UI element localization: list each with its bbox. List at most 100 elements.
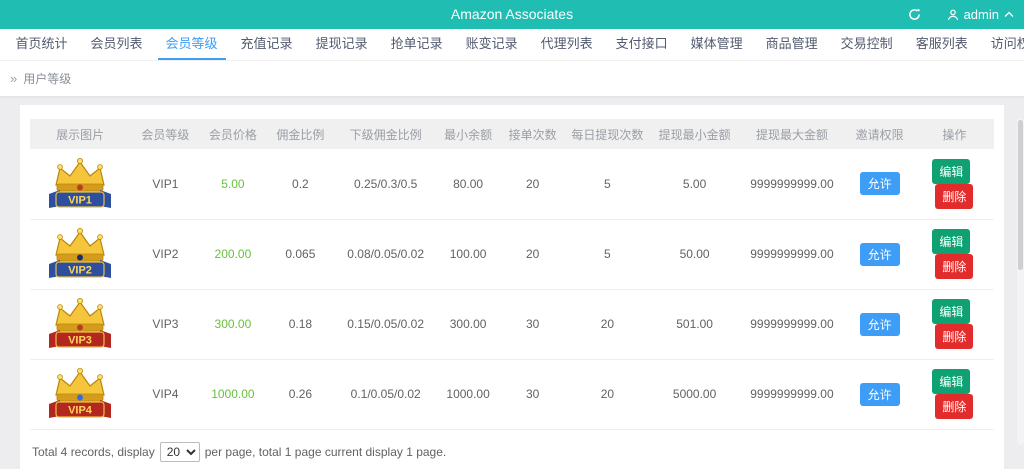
cell-daily-withdrawals: 5 xyxy=(565,149,650,219)
app-header: Amazon Associates admin xyxy=(0,0,1024,29)
vip-badge: VIP2 xyxy=(30,219,130,289)
cell-min-withdrawal: 5000.00 xyxy=(650,359,740,429)
cell-commission: 0.26 xyxy=(265,359,335,429)
svg-text:VIP2: VIP2 xyxy=(68,265,92,277)
nav-item-agent-list[interactable]: 代理列表 xyxy=(533,29,601,60)
cell-sub-commission: 0.25/0.3/0.5 xyxy=(336,149,436,219)
cell-price: 200.00 xyxy=(201,219,266,289)
col-header-actions: 操作 xyxy=(915,119,994,149)
cell-min-balance: 300.00 xyxy=(436,289,501,359)
col-header-grab-count: 接单次数 xyxy=(500,119,565,149)
nav-item-withdrawal-records[interactable]: 提现记录 xyxy=(308,29,376,60)
invite-permission-badge[interactable]: 允许 xyxy=(860,172,900,195)
nav-item-access-rights[interactable]: 访问权限 xyxy=(983,29,1024,60)
invite-permission-badge[interactable]: 允许 xyxy=(860,243,900,266)
table-header-row: 展示图片 会员等级 会员价格 佣金比例 下级佣金比例 最小余额 接单次数 每日提… xyxy=(30,119,994,149)
page-size-select[interactable]: 20 xyxy=(160,442,200,462)
edit-button[interactable]: 编辑 xyxy=(932,369,970,394)
invite-permission-badge[interactable]: 允许 xyxy=(860,313,900,336)
nav-item-balance-change-records[interactable]: 账变记录 xyxy=(458,29,526,60)
username: admin xyxy=(964,7,999,22)
vertical-scrollbar[interactable] xyxy=(1017,118,1024,445)
table-row: VIP2 VIP2 200.00 0.065 0.08/0.05/0.02 10… xyxy=(30,219,994,289)
cell-daily-withdrawals: 5 xyxy=(565,219,650,289)
edit-button[interactable]: 编辑 xyxy=(932,299,970,324)
table-row: VIP1 VIP1 5.00 0.2 0.25/0.3/0.5 80.00 20… xyxy=(30,149,994,219)
nav-item-grab-order-records[interactable]: 抢单记录 xyxy=(383,29,451,60)
cell-min-withdrawal: 50.00 xyxy=(650,219,740,289)
chevron-up-icon xyxy=(1004,11,1014,18)
col-header-daily-withdrawals: 每日提现次数 xyxy=(565,119,650,149)
breadcrumb-chevrons-icon: » xyxy=(10,71,17,86)
nav-item-transaction-control[interactable]: 交易控制 xyxy=(833,29,901,60)
cell-level: VIP1 xyxy=(130,149,200,219)
nav-item-payment-interface[interactable]: 支付接口 xyxy=(608,29,676,60)
col-header-min-withdrawal: 提现最小金额 xyxy=(650,119,740,149)
cell-price: 1000.00 xyxy=(201,359,266,429)
cell-max-withdrawal: 9999999999.00 xyxy=(739,219,844,289)
cell-min-balance: 100.00 xyxy=(436,219,501,289)
cell-grab-count: 20 xyxy=(500,219,565,289)
pagination-suffix: per page, total 1 page current display 1… xyxy=(205,445,447,459)
edit-button[interactable]: 编辑 xyxy=(932,159,970,184)
vip-badge: VIP4 xyxy=(30,359,130,429)
user-menu[interactable]: admin xyxy=(947,7,1014,22)
delete-button[interactable]: 删除 xyxy=(935,324,973,349)
cell-sub-commission: 0.1/0.05/0.02 xyxy=(336,359,436,429)
cell-max-withdrawal: 9999999999.00 xyxy=(739,289,844,359)
invite-permission-badge[interactable]: 允许 xyxy=(860,383,900,406)
cell-max-withdrawal: 9999999999.00 xyxy=(739,149,844,219)
pagination-prefix: Total 4 records, display xyxy=(32,445,155,459)
cell-sub-commission: 0.08/0.05/0.02 xyxy=(336,219,436,289)
cell-grab-count: 30 xyxy=(500,359,565,429)
cell-commission: 0.2 xyxy=(265,149,335,219)
nav-item-service-list[interactable]: 客服列表 xyxy=(908,29,976,60)
cell-daily-withdrawals: 20 xyxy=(565,289,650,359)
vip-badge: VIP3 xyxy=(30,289,130,359)
delete-button[interactable]: 删除 xyxy=(935,254,973,279)
nav-item-home-stats[interactable]: 首页统计 xyxy=(8,29,76,60)
svg-text:VIP1: VIP1 xyxy=(68,194,92,206)
nav-bar: 首页统计 会员列表 会员等级 充值记录 提现记录 抢单记录 账变记录 代理列表 … xyxy=(0,29,1024,61)
page-content: 展示图片 会员等级 会员价格 佣金比例 下级佣金比例 最小余额 接单次数 每日提… xyxy=(0,97,1024,469)
delete-button[interactable]: 删除 xyxy=(935,394,973,419)
cell-grab-count: 30 xyxy=(500,289,565,359)
refresh-icon xyxy=(908,8,921,21)
nav-item-media-management[interactable]: 媒体管理 xyxy=(683,29,751,60)
cell-commission: 0.065 xyxy=(265,219,335,289)
cell-level: VIP4 xyxy=(130,359,200,429)
col-header-max-withdrawal: 提现最大金额 xyxy=(739,119,844,149)
cell-grab-count: 20 xyxy=(500,149,565,219)
table-row: VIP3 VIP3 300.00 0.18 0.15/0.05/0.02 300… xyxy=(30,289,994,359)
scrollbar-thumb[interactable] xyxy=(1018,120,1023,270)
col-header-min-balance: 最小余额 xyxy=(436,119,501,149)
nav-item-recharge-records[interactable]: 充值记录 xyxy=(233,29,301,60)
nav-item-member-level[interactable]: 会员等级 xyxy=(158,29,226,60)
user-icon xyxy=(947,9,959,21)
table-row: VIP4 VIP4 1000.00 0.26 0.1/0.05/0.02 100… xyxy=(30,359,994,429)
levels-table: 展示图片 会员等级 会员价格 佣金比例 下级佣金比例 最小余额 接单次数 每日提… xyxy=(30,119,994,430)
cell-level: VIP2 xyxy=(130,219,200,289)
edit-button[interactable]: 编辑 xyxy=(932,229,970,254)
breadcrumb-label: 用户等级 xyxy=(23,70,71,87)
breadcrumb: » 用户等级 xyxy=(0,61,1024,97)
app-title: Amazon Associates xyxy=(0,0,1024,29)
col-header-sub-commission: 下级佣金比例 xyxy=(336,119,436,149)
vip-badge: VIP1 xyxy=(30,149,130,219)
col-header-level: 会员等级 xyxy=(130,119,200,149)
levels-card: 展示图片 会员等级 会员价格 佣金比例 下级佣金比例 最小余额 接单次数 每日提… xyxy=(20,105,1004,469)
cell-min-balance: 80.00 xyxy=(436,149,501,219)
cell-price: 300.00 xyxy=(201,289,266,359)
nav-item-product-management[interactable]: 商品管理 xyxy=(758,29,826,60)
cell-price: 5.00 xyxy=(201,149,266,219)
svg-text:VIP3: VIP3 xyxy=(68,335,92,347)
col-header-invite-permission: 邀请权限 xyxy=(844,119,914,149)
cell-commission: 0.18 xyxy=(265,289,335,359)
delete-button[interactable]: 删除 xyxy=(935,184,973,209)
pagination-footer: Total 4 records, display 20 per page, to… xyxy=(30,430,994,462)
cell-min-withdrawal: 5.00 xyxy=(650,149,740,219)
cell-sub-commission: 0.15/0.05/0.02 xyxy=(336,289,436,359)
refresh-button[interactable] xyxy=(908,8,921,21)
svg-text:VIP4: VIP4 xyxy=(68,405,93,417)
nav-item-member-list[interactable]: 会员列表 xyxy=(83,29,151,60)
